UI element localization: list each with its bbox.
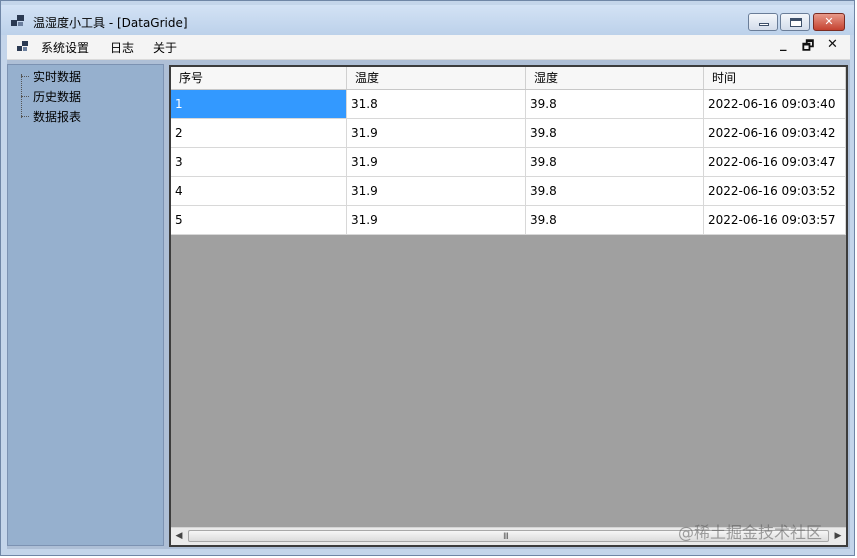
column-header-index[interactable]: 序号 bbox=[171, 67, 347, 89]
close-button[interactable]: ✕ bbox=[813, 13, 845, 31]
app-icon bbox=[11, 15, 24, 26]
cell-humidity[interactable]: 39.8 bbox=[526, 90, 704, 118]
scroll-left-icon[interactable]: ◀ bbox=[173, 530, 185, 542]
cell-time[interactable]: 2022-06-16 09:03:57 bbox=[704, 206, 846, 234]
column-header-time[interactable]: 时间 bbox=[704, 67, 846, 89]
grid-header: 序号 温度 湿度 时间 bbox=[171, 67, 846, 90]
tree-node-label: 历史数据 bbox=[33, 90, 82, 104]
window-title: 温湿度小工具 - [DataGride] bbox=[33, 16, 188, 30]
cell-time[interactable]: 2022-06-16 09:03:52 bbox=[704, 177, 846, 205]
scrollbar-grip: III bbox=[503, 532, 509, 542]
cell-temperature[interactable]: 31.8 bbox=[347, 90, 526, 118]
cell-index[interactable]: 1 bbox=[171, 90, 347, 118]
data-grid[interactable]: 序号 温度 湿度 时间 1 31.8 39.8 2022-06-16 09:03… bbox=[169, 65, 848, 547]
mdi-restore-button[interactable]: 🗗 bbox=[802, 37, 814, 59]
minimize-icon bbox=[749, 14, 777, 30]
tree-node-label: 实时数据 bbox=[33, 70, 82, 84]
cell-humidity[interactable]: 39.8 bbox=[526, 148, 704, 176]
mdi-child-icon[interactable] bbox=[17, 41, 29, 52]
menu-bar: 系统设置 日志 关于 _ 🗗 ✕ bbox=[7, 35, 850, 60]
title-bar[interactable]: 温湿度小工具 - [DataGride] ✕ bbox=[1, 5, 854, 35]
close-icon: ✕ bbox=[824, 15, 834, 28]
cell-index[interactable]: 2 bbox=[171, 119, 347, 147]
table-row[interactable]: 1 31.8 39.8 2022-06-16 09:03:40 bbox=[171, 90, 846, 119]
cell-humidity[interactable]: 39.8 bbox=[526, 119, 704, 147]
cell-time[interactable]: 2022-06-16 09:03:40 bbox=[704, 90, 846, 118]
navigation-tree: 实时数据 历史数据 数据报表 bbox=[7, 64, 164, 546]
cell-index[interactable]: 4 bbox=[171, 177, 347, 205]
table-row[interactable]: 3 31.9 39.8 2022-06-16 09:03:47 bbox=[171, 148, 846, 177]
menu-item-system-settings[interactable]: 系统设置 bbox=[41, 39, 89, 56]
watermark: @稀土掘金技术社区 bbox=[678, 523, 823, 542]
column-header-humidity[interactable]: 湿度 bbox=[526, 67, 704, 89]
mdi-minimize-button[interactable]: _ bbox=[780, 37, 787, 52]
mdi-client-area: 实时数据 历史数据 数据报表 序号 温度 湿度 时间 1 31.8 39.8 2… bbox=[7, 60, 850, 549]
cell-index[interactable]: 3 bbox=[171, 148, 347, 176]
cell-temperature[interactable]: 31.9 bbox=[347, 206, 526, 234]
menu-item-about[interactable]: 关于 bbox=[153, 39, 177, 56]
table-row[interactable]: 5 31.9 39.8 2022-06-16 09:03:57 bbox=[171, 206, 846, 235]
table-row[interactable]: 2 31.9 39.8 2022-06-16 09:03:42 bbox=[171, 119, 846, 148]
minimize-button[interactable] bbox=[748, 13, 778, 31]
tree-node-label: 数据报表 bbox=[33, 110, 82, 124]
cell-temperature[interactable]: 31.9 bbox=[347, 177, 526, 205]
cell-time[interactable]: 2022-06-16 09:03:42 bbox=[704, 119, 846, 147]
cell-temperature[interactable]: 31.9 bbox=[347, 148, 526, 176]
column-header-temperature[interactable]: 温度 bbox=[347, 67, 526, 89]
maximize-button[interactable] bbox=[780, 13, 810, 31]
mdi-close-button[interactable]: ✕ bbox=[827, 37, 838, 52]
scroll-right-icon[interactable]: ▶ bbox=[832, 530, 844, 542]
maximize-icon bbox=[781, 14, 809, 30]
cell-humidity[interactable]: 39.8 bbox=[526, 177, 704, 205]
cell-index[interactable]: 5 bbox=[171, 206, 347, 234]
cell-temperature[interactable]: 31.9 bbox=[347, 119, 526, 147]
app-window: 温湿度小工具 - [DataGride] ✕ 系统设置 日志 关于 _ 🗗 ✕ … bbox=[0, 0, 855, 556]
menu-item-log[interactable]: 日志 bbox=[110, 39, 134, 56]
table-row[interactable]: 4 31.9 39.8 2022-06-16 09:03:52 bbox=[171, 177, 846, 206]
cell-humidity[interactable]: 39.8 bbox=[526, 206, 704, 234]
cell-time[interactable]: 2022-06-16 09:03:47 bbox=[704, 148, 846, 176]
